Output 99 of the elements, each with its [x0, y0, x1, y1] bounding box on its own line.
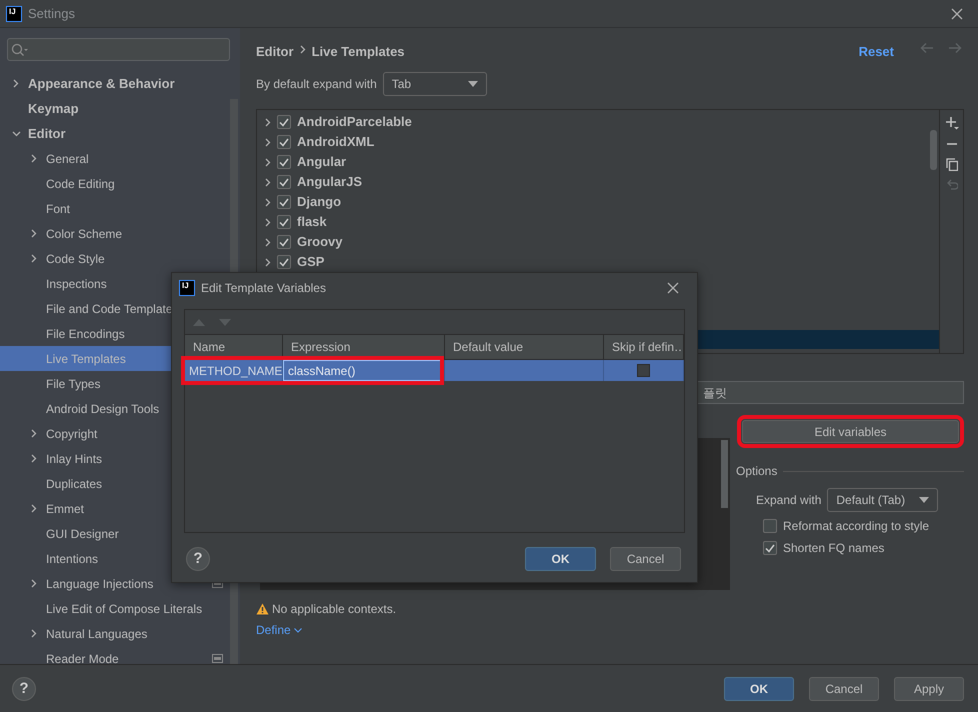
- checkbox[interactable]: [277, 215, 291, 229]
- chevron-right-icon[interactable]: [265, 158, 271, 166]
- app-logo: IJ: [179, 280, 195, 296]
- check-icon: [279, 238, 289, 246]
- chevron-right-icon[interactable]: [31, 454, 37, 463]
- chevron-right-icon[interactable]: [265, 118, 271, 126]
- field-label: By default expand with: [256, 76, 377, 93]
- check-icon: [279, 178, 289, 186]
- chevron-right-icon[interactable]: [31, 504, 37, 513]
- ok-button[interactable]: OK: [525, 547, 596, 571]
- search-field[interactable]: [7, 38, 230, 61]
- copy-icon[interactable]: [946, 158, 958, 171]
- chevron-right-icon[interactable]: [31, 579, 37, 588]
- dialog-button[interactable]: Apply: [894, 676, 964, 700]
- app-logo: IJ: [6, 6, 22, 22]
- template-group-name[interactable]: Groovy: [297, 232, 343, 252]
- tree-item[interactable]: Code Editing: [0, 171, 240, 196]
- checkbox-label[interactable]: Shorten FQ names: [783, 539, 884, 557]
- check-icon: [279, 118, 289, 126]
- template-group-name[interactable]: Django: [297, 192, 342, 212]
- expand-key-dropdown[interactable]: Tab: [382, 72, 487, 96]
- close-icon[interactable]: [951, 8, 963, 20]
- caret-icon: [468, 81, 478, 87]
- template-group-name[interactable]: flask: [297, 212, 327, 232]
- chevron-right-icon[interactable]: [265, 138, 271, 146]
- template-group-name[interactable]: AndroidParcelable: [297, 112, 412, 132]
- template-group-name[interactable]: GSP: [297, 252, 324, 272]
- reset-link[interactable]: Reset: [858, 42, 894, 62]
- check-icon: [279, 258, 289, 266]
- chevron-right-icon[interactable]: [13, 79, 19, 88]
- warning-icon: [256, 603, 269, 615]
- template-group-name[interactable]: AngularJS: [297, 172, 362, 192]
- define-link[interactable]: Define: [256, 621, 302, 639]
- tree-item[interactable]: Appearance & Behavior: [0, 71, 240, 96]
- template-group-name[interactable]: Angular: [297, 152, 346, 172]
- search-icon: [11, 42, 29, 56]
- tree-item[interactable]: Keymap: [0, 96, 240, 121]
- chevron-right-icon[interactable]: [31, 229, 37, 238]
- dialog-button[interactable]: Cancel: [809, 676, 879, 700]
- scrollbar[interactable]: [930, 130, 937, 170]
- window-title: Settings: [28, 4, 75, 23]
- tree-item[interactable]: Font: [0, 196, 240, 221]
- checkbox[interactable]: [763, 519, 777, 533]
- chevron-right-icon[interactable]: [31, 254, 37, 263]
- checkbox[interactable]: [763, 541, 777, 555]
- checkbox-label[interactable]: Reformat according to style: [783, 517, 930, 535]
- caret-icon: [919, 497, 930, 503]
- breadcrumb-item: Live Templates: [312, 43, 405, 61]
- checkbox[interactable]: [277, 135, 291, 149]
- ok-button[interactable]: OK: [724, 676, 794, 700]
- help-button[interactable]: ?: [12, 676, 36, 700]
- tree-item[interactable]: Natural Languages: [0, 621, 240, 646]
- chevron-right-icon[interactable]: [31, 629, 37, 638]
- check-icon: [279, 158, 289, 166]
- check-icon: [279, 138, 289, 146]
- tree-item[interactable]: Emmet: [0, 496, 240, 521]
- check-icon: [279, 218, 289, 226]
- breadcrumb-item[interactable]: Editor: [256, 42, 294, 62]
- field-label: Expand with: [756, 492, 822, 509]
- close-icon[interactable]: [667, 282, 679, 294]
- tree-item[interactable]: Code Style: [0, 246, 240, 271]
- chevron-right-icon[interactable]: [265, 218, 271, 226]
- help-button[interactable]: ?: [186, 547, 210, 571]
- check-icon: [765, 544, 775, 552]
- scrollbar[interactable]: [721, 440, 728, 508]
- chevron-right-icon[interactable]: [265, 258, 271, 266]
- checkbox[interactable]: [277, 255, 291, 269]
- tree-item[interactable]: Live Edit of Compose Literals: [0, 596, 240, 621]
- checkbox[interactable]: [277, 195, 291, 209]
- table-cell: METHOD_NAME: [185, 360, 283, 381]
- column-header[interactable]: Skip if defin…: [604, 335, 684, 360]
- chevron-right-icon[interactable]: [265, 178, 271, 186]
- tree-item[interactable]: Color Scheme: [0, 221, 240, 246]
- chevron-right-icon[interactable]: [31, 429, 37, 438]
- column-header[interactable]: Default value: [445, 335, 604, 360]
- dialog-title: Edit Template Variables: [201, 280, 326, 297]
- breadcrumb-separator-icon: [300, 45, 306, 54]
- checkbox[interactable]: [277, 155, 291, 169]
- checkbox[interactable]: [277, 235, 291, 249]
- warning-text: No applicable contexts.: [272, 601, 396, 618]
- checkbox[interactable]: [277, 175, 291, 189]
- tree-item[interactable]: Reader Mode: [0, 646, 240, 671]
- checkbox[interactable]: [637, 364, 650, 377]
- add-icon[interactable]: [944, 116, 958, 130]
- check-icon: [279, 198, 289, 206]
- checkbox[interactable]: [277, 115, 291, 129]
- tree-item[interactable]: Copyright: [0, 421, 240, 446]
- dialog-button[interactable]: Cancel: [610, 547, 681, 571]
- chevron-down-icon[interactable]: [12, 130, 20, 136]
- tree-item[interactable]: Editor: [0, 121, 240, 146]
- expand-with-dropdown[interactable]: Default (Tab): [827, 488, 938, 512]
- chevron-right-icon[interactable]: [265, 198, 271, 206]
- chevron-right-icon[interactable]: [31, 154, 37, 163]
- template-group-name[interactable]: AndroidXML: [297, 132, 374, 152]
- chevron-right-icon[interactable]: [265, 238, 271, 246]
- tree-item[interactable]: Inlay Hints: [0, 446, 240, 471]
- tree-item[interactable]: General: [0, 146, 240, 171]
- section-title: Options: [736, 463, 778, 480]
- chevron-down-icon: [294, 628, 302, 632]
